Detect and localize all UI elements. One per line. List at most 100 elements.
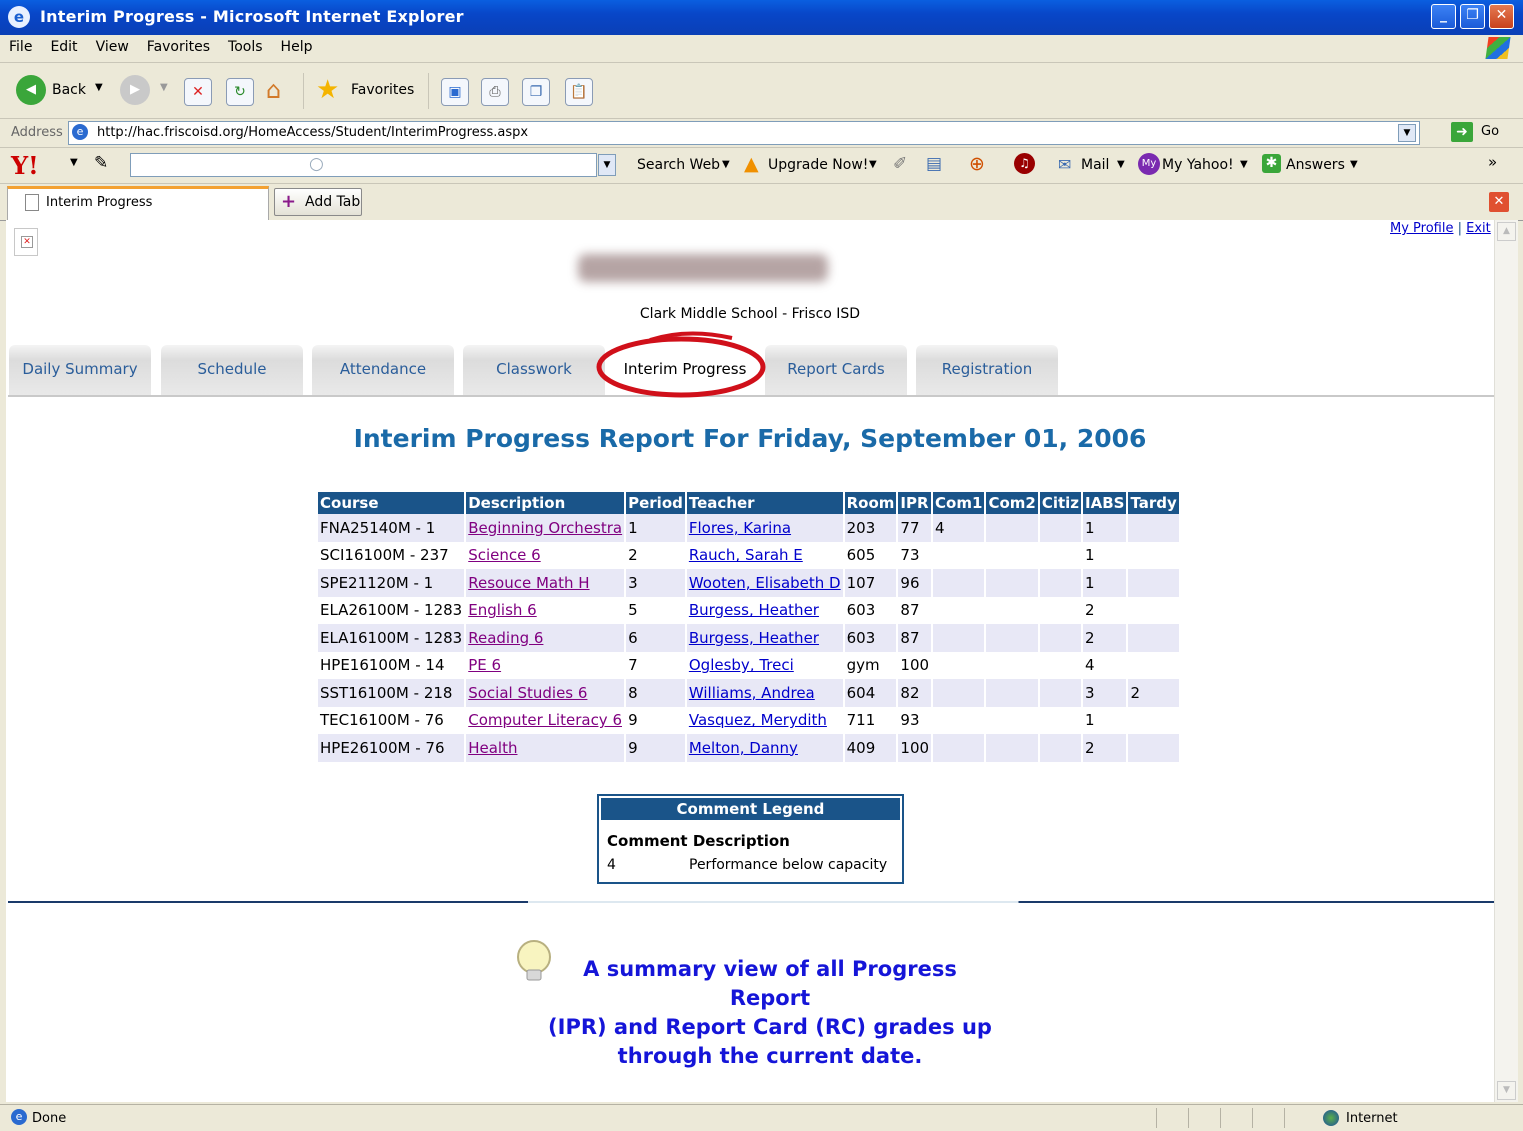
music-icon[interactable]: ♫ — [1014, 153, 1035, 174]
cell-tardy — [1128, 514, 1179, 542]
cell-description[interactable]: PE 6 — [466, 652, 624, 680]
exit-link[interactable]: Exit — [1466, 221, 1491, 236]
yahoo-dropdown-icon[interactable]: ▼ — [70, 157, 78, 168]
menu-help[interactable]: Help — [272, 35, 322, 60]
nav-tab-attendance[interactable]: Attendance — [312, 345, 454, 395]
search-web-button[interactable]: Search Web — [637, 157, 720, 173]
cell-ipr: 73 — [900, 546, 920, 565]
browser-tab-interim-progress[interactable]: Interim Progress — [7, 186, 269, 221]
mail-dropdown-icon[interactable]: ▼ — [1117, 159, 1125, 170]
school-name: Clark Middle School - Frisco ISD — [639, 306, 861, 322]
upgrade-now-button[interactable]: Upgrade Now! — [768, 157, 868, 173]
stop-icon[interactable]: ✕ — [184, 78, 212, 106]
cell-teacher[interactable]: Burgess, Heather — [687, 597, 843, 625]
yahoo-logo[interactable]: Y! — [11, 151, 39, 180]
restore-button[interactable]: ❐ — [1460, 4, 1485, 29]
minimize-button[interactable]: _ — [1431, 4, 1456, 29]
forward-dropdown-icon[interactable]: ▼ — [160, 82, 168, 93]
nav-tab-schedule[interactable]: Schedule — [161, 345, 303, 395]
cell-course: TEC16100M - 76 — [320, 711, 444, 730]
scroll-up-icon[interactable]: ▲ — [1497, 222, 1516, 241]
my-yahoo-button[interactable]: My Yahoo! — [1162, 157, 1234, 173]
search-web-dropdown-icon[interactable]: ▼ — [722, 159, 730, 170]
cell-tardy — [1128, 542, 1178, 570]
cell-teacher[interactable]: Burgess, Heather — [686, 624, 843, 652]
col-ipr: IPR — [898, 492, 932, 514]
cell-description[interactable]: Beginning Orchestra — [466, 514, 625, 542]
cell-period: 1 — [626, 514, 685, 542]
print-icon[interactable]: ⎙ — [481, 78, 509, 106]
cell-com1 — [933, 542, 984, 570]
yahoo-search-input[interactable]: ○ — [130, 153, 597, 177]
favorites-star-icon[interactable]: ★ — [316, 75, 339, 105]
nav-tab-daily-summary[interactable]: Daily Summary — [9, 345, 151, 395]
back-arrow-icon[interactable]: ◀ — [16, 75, 46, 105]
paste-icon[interactable]: 📋 — [565, 78, 593, 106]
forward-arrow-icon[interactable]: ▶ — [120, 75, 150, 105]
more-chevron-icon[interactable]: » — [1488, 153, 1497, 171]
cell-description[interactable]: Social Studies 6 — [466, 679, 625, 707]
refresh-icon[interactable]: ↻ — [226, 78, 254, 106]
cell-description[interactable]: Health — [466, 734, 625, 762]
media-icon[interactable]: ▣ — [441, 78, 469, 106]
cell-teacher[interactable]: Wooten, Elisabeth D — [686, 569, 843, 597]
back-dropdown-icon[interactable]: ▼ — [95, 82, 103, 93]
mail-button[interactable]: Mail — [1081, 157, 1109, 173]
nav-tab-classwork[interactable]: Classwork — [463, 345, 605, 395]
highlighter-icon[interactable]: ✐ — [893, 154, 907, 174]
back-button-label[interactable]: Back — [52, 82, 86, 98]
cell-iabs: 3 — [1083, 679, 1127, 707]
go-button-label[interactable]: Go — [1481, 124, 1499, 139]
cell-description[interactable]: Science 6 — [466, 542, 624, 570]
upgrade-dropdown-icon[interactable]: ▼ — [869, 159, 877, 170]
table-row: FNA25140M - 1 Beginning Orchestra 1 Flores,… — [318, 514, 1179, 542]
answers-button[interactable]: Answers — [1286, 157, 1345, 173]
my-yahoo-dropdown-icon[interactable]: ▼ — [1240, 159, 1248, 170]
cell-description[interactable]: Resouce Math H — [466, 569, 625, 597]
go-arrow-icon[interactable]: ➜ — [1451, 122, 1473, 142]
table-row: ELA16100M - 1283 Reading 6 6 Burgess, Heath… — [318, 624, 1179, 652]
copy-icon[interactable]: ❐ — [522, 78, 550, 106]
close-tab-icon[interactable]: ✕ — [1489, 192, 1509, 212]
cell-course: HPE26100M - 76 — [318, 734, 465, 762]
search-dropdown-icon[interactable]: ▼ — [598, 154, 616, 176]
menu-tools[interactable]: Tools — [219, 35, 272, 60]
pencil-icon[interactable]: ✎ — [94, 153, 108, 173]
scroll-down-icon[interactable]: ▼ — [1497, 1081, 1516, 1100]
cell-teacher[interactable]: Oglesby, Treci — [687, 652, 843, 680]
vertical-scrollbar[interactable]: ▲ ▼ — [1494, 220, 1518, 1102]
menu-file[interactable]: File — [0, 35, 41, 60]
cell-teacher[interactable]: Vasquez, Merydith — [687, 707, 843, 735]
address-dropdown-icon[interactable]: ▼ — [1398, 124, 1416, 142]
highlight-ellipse — [596, 331, 766, 398]
close-button[interactable]: ✕ — [1489, 4, 1514, 29]
table-header-row: Course Description Period Teacher Room I… — [318, 492, 1179, 514]
cell-teacher[interactable]: Flores, Karina — [686, 514, 843, 542]
yahoo-toolbar: Y! ▼ ✎ ○ ▼ Search Web ▼ ▲ Upgrade Now! ▼… — [0, 148, 1523, 184]
cell-tardy — [1128, 707, 1178, 735]
menu-view[interactable]: View — [87, 35, 138, 60]
student-name-redacted — [578, 254, 828, 282]
home-icon[interactable]: ⌂ — [266, 76, 281, 104]
cell-teacher[interactable]: Melton, Danny — [686, 734, 843, 762]
address-input[interactable]: e http://hac.friscoisd.org/HomeAccess/St… — [68, 121, 1420, 145]
cell-description[interactable]: English 6 — [466, 597, 624, 625]
cell-course: ELA16100M - 1283 — [318, 624, 465, 652]
menu-favorites[interactable]: Favorites — [138, 35, 219, 60]
window-title-bar[interactable]: e Interim Progress - Microsoft Internet … — [0, 0, 1523, 35]
cell-teacher[interactable]: Williams, Andrea — [686, 679, 843, 707]
nav-tab-registration[interactable]: Registration — [916, 345, 1058, 395]
antispy-icon[interactable]: ⊕ — [969, 153, 985, 175]
my-profile-link[interactable]: My Profile — [1390, 221, 1453, 236]
cell-description[interactable]: Reading 6 — [466, 624, 625, 652]
form-fill-icon[interactable]: ▤ — [926, 154, 942, 174]
cell-teacher[interactable]: Rauch, Sarah E — [687, 542, 843, 570]
nav-tab-report-cards[interactable]: Report Cards — [765, 345, 907, 395]
add-tab-button[interactable]: + Add Tab — [274, 188, 362, 216]
answers-dropdown-icon[interactable]: ▼ — [1350, 159, 1358, 170]
cell-ipr: 77 — [898, 514, 932, 542]
windows-logo-icon — [1485, 37, 1511, 59]
cell-description[interactable]: Computer Literacy 6 — [466, 707, 624, 735]
favorites-button-label[interactable]: Favorites — [351, 82, 414, 98]
menu-edit[interactable]: Edit — [41, 35, 86, 60]
